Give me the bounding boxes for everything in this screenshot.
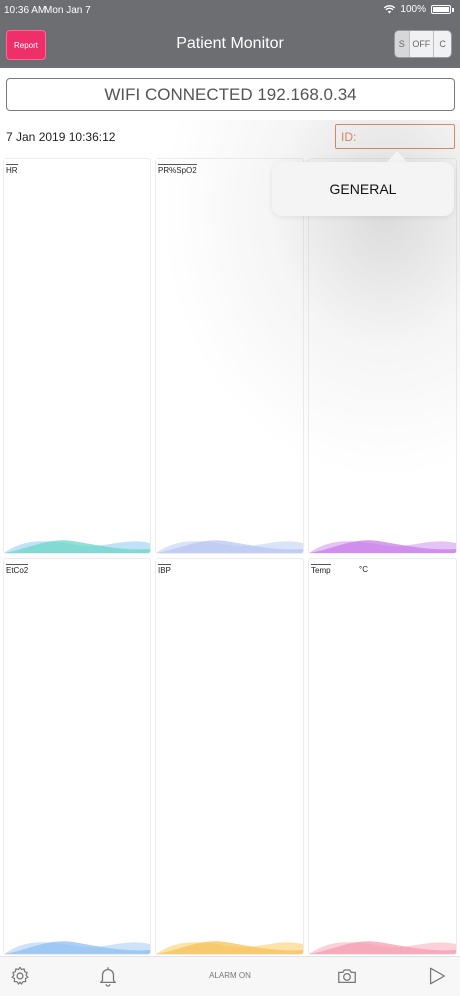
- vital-panel-3[interactable]: [308, 158, 457, 554]
- panel-label: Temp: [311, 564, 331, 575]
- timestamp: 7 Jan 2019 10:36:12: [6, 130, 116, 144]
- wifi-icon: [384, 5, 396, 14]
- panel-label: IBP: [158, 564, 171, 575]
- status-time: 10:36 AM: [4, 5, 47, 16]
- panel-label: EtCo2: [6, 564, 29, 575]
- vital-panel-ibp[interactable]: IBP: [155, 558, 304, 955]
- play-icon[interactable]: [426, 965, 448, 987]
- alarm-status-label: ALARM ON: [209, 971, 251, 980]
- waveform-graphic: [156, 540, 303, 553]
- waveform-graphic: [4, 540, 150, 553]
- waveform-graphic: [4, 941, 150, 954]
- patient-id-field[interactable]: ID:: [335, 124, 455, 149]
- nav-bar: Report Patient Monitor S OFF C: [0, 22, 460, 68]
- vital-panel-etco2[interactable]: EtCo2: [3, 558, 151, 955]
- waveform-graphic: [156, 941, 303, 954]
- segment-c[interactable]: C: [433, 31, 451, 57]
- waveform-graphic: [309, 941, 456, 954]
- battery-percent: 100%: [400, 4, 426, 15]
- vital-panel-temp[interactable]: Temp °C: [308, 558, 457, 955]
- vital-panel-spo2[interactable]: PR%SpO2: [155, 158, 304, 554]
- vital-panel-hr[interactable]: HR: [3, 158, 151, 554]
- panel-label: PR%SpO2: [158, 164, 197, 175]
- wifi-status-banner: WIFI CONNECTED 192.168.0.34: [6, 78, 455, 111]
- mode-segmented-control[interactable]: S OFF C: [394, 30, 452, 58]
- id-type-popover: GENERAL: [272, 162, 454, 216]
- battery-tip: [452, 7, 454, 12]
- status-date: Mon Jan 7: [44, 5, 91, 16]
- status-right: 100%: [384, 4, 454, 15]
- panel-unit: °C: [359, 565, 368, 574]
- popover-item-general[interactable]: GENERAL: [330, 181, 397, 197]
- segment-off[interactable]: OFF: [408, 31, 434, 57]
- page-title: Patient Monitor: [176, 35, 284, 52]
- panel-label: HR: [6, 164, 18, 175]
- status-bar: 10:36 AM Mon Jan 7 100%: [0, 0, 460, 22]
- bottom-toolbar: ALARM ON: [0, 956, 460, 996]
- camera-icon[interactable]: [336, 965, 358, 987]
- segment-s[interactable]: S: [395, 31, 409, 57]
- battery-icon: [431, 5, 451, 14]
- waveform-graphic: [309, 540, 456, 553]
